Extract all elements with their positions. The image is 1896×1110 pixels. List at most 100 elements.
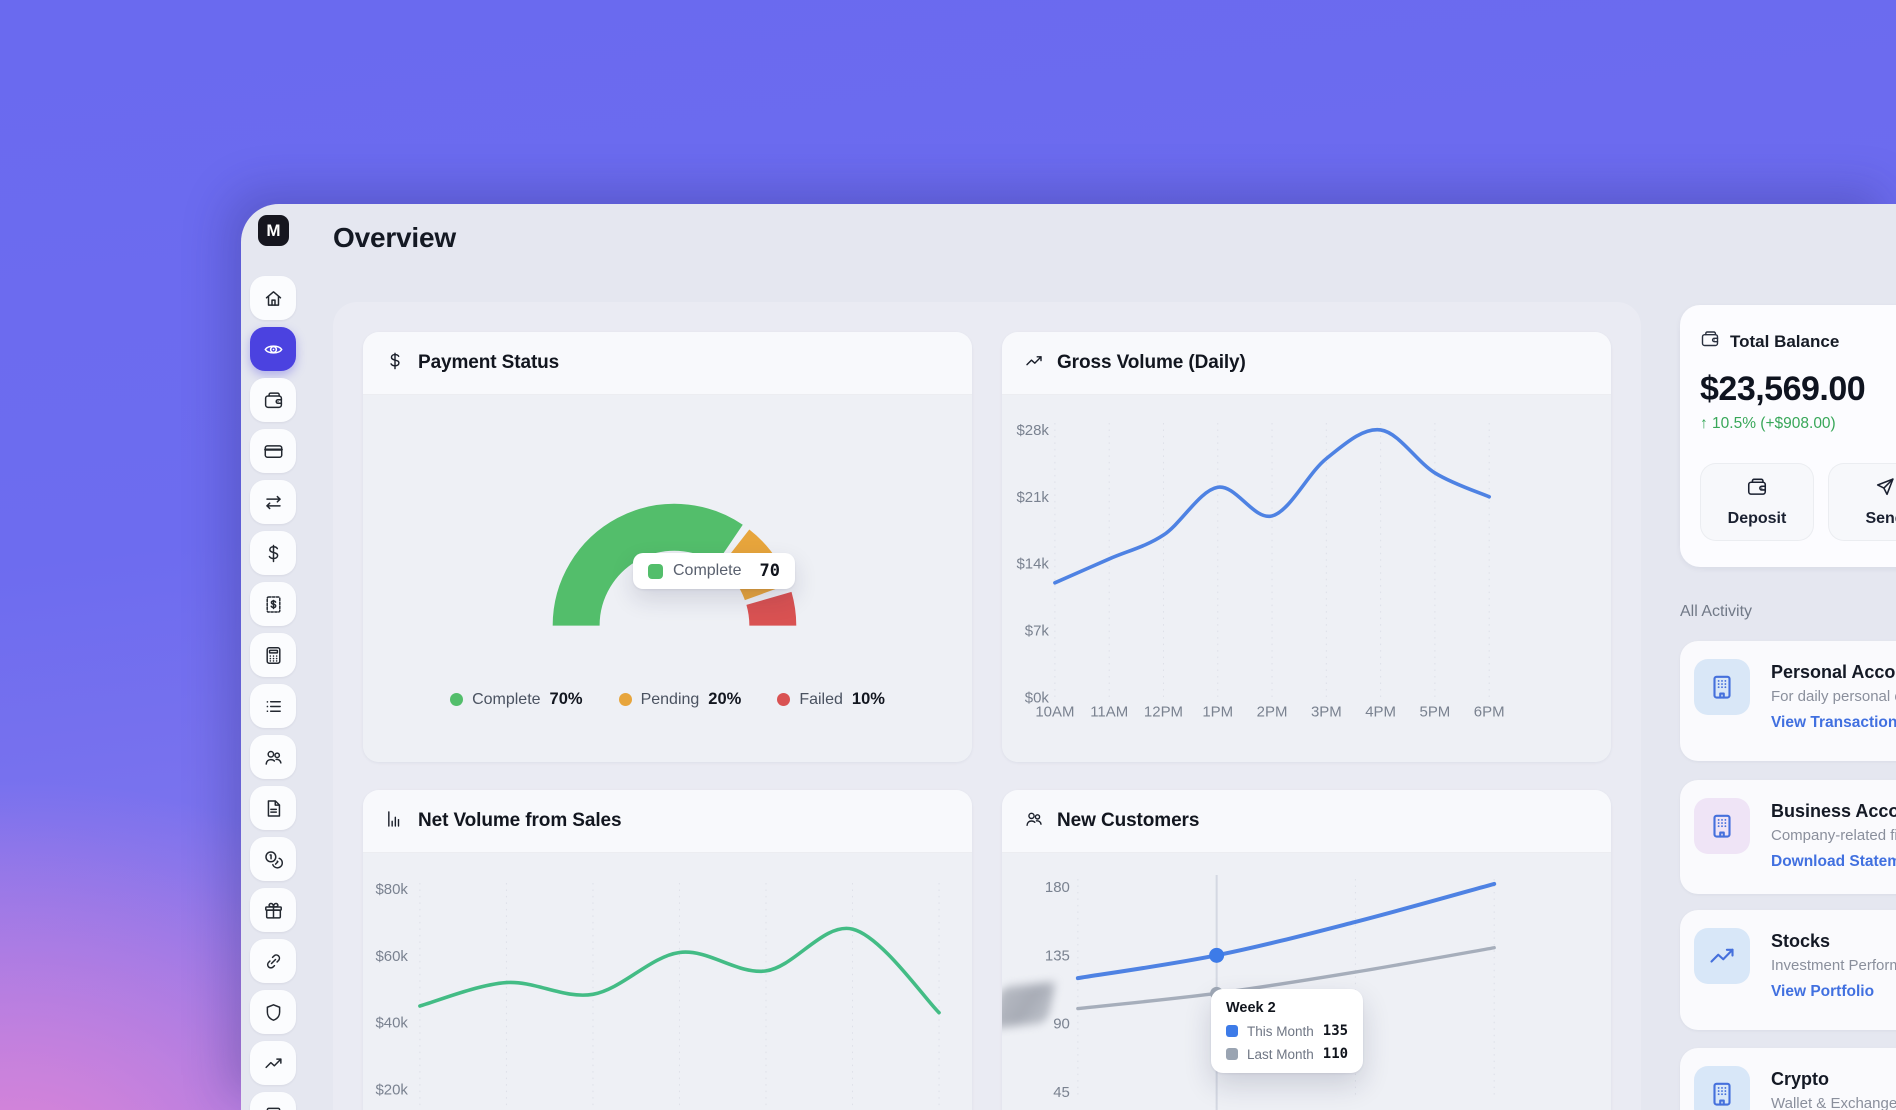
sidebar-item-invoice[interactable] (250, 582, 296, 626)
legend-label: Complete (472, 691, 540, 709)
svg-text:11AM: 11AM (1090, 703, 1128, 720)
activity-title: Crypto (1771, 1069, 1896, 1090)
sidebar (250, 276, 296, 1110)
invoice-icon (263, 594, 284, 615)
svg-text:4PM: 4PM (1365, 703, 1396, 720)
net-volume-title: Net Volume from Sales (418, 810, 621, 832)
page-title: Overview (333, 222, 456, 254)
legend-value: 10% (852, 690, 885, 709)
svg-text:$40k: $40k (375, 1015, 408, 1032)
series-swatch (1226, 1048, 1238, 1060)
activity-text: Business AccountCompany-related finances… (1771, 794, 1896, 871)
svg-text:135: 135 (1045, 947, 1070, 964)
sidebar-item-coins[interactable] (250, 837, 296, 881)
sidebar-item-transfers[interactable] (250, 480, 296, 524)
dashboard-panel: M Overview Payment Status Complete 70 Co… (241, 204, 1896, 1110)
svg-text:$60k: $60k (375, 948, 408, 965)
activity-card-stocks[interactable]: StocksInvestment PerformanceView Portfol… (1680, 910, 1896, 1030)
legend-item-complete: Complete70% (450, 690, 583, 709)
eye-icon (263, 339, 284, 360)
series-label: This Month (1247, 1024, 1314, 1039)
activity-subtitle: Investment Performance (1771, 957, 1896, 974)
building-icon (1694, 1066, 1750, 1110)
svg-text:45: 45 (1053, 1084, 1070, 1101)
calculator-icon (263, 645, 284, 666)
gift-icon (263, 900, 284, 921)
svg-text:$14k: $14k (1016, 556, 1049, 573)
payment-status-title: Payment Status (418, 352, 559, 374)
net-volume-body: $80k$60k$40k$20k (363, 853, 972, 1110)
legend-dot (450, 693, 463, 706)
sidebar-item-document[interactable] (250, 786, 296, 830)
shield-icon (263, 1002, 284, 1023)
gross-volume-chart[interactable]: $28k$21k$14k$7k$0k10AM11AM12PM1PM2PM3PM4… (1002, 395, 1611, 762)
net-volume-header: Net Volume from Sales (363, 790, 972, 853)
series-swatch (1226, 1025, 1238, 1037)
net-volume-chart[interactable]: $80k$60k$40k$20k (363, 853, 972, 1110)
gross-volume-title: Gross Volume (Daily) (1057, 352, 1246, 374)
sidebar-item-link[interactable] (250, 939, 296, 983)
activity-card-business-account[interactable]: Business AccountCompany-related finances… (1680, 780, 1896, 894)
activity-link[interactable]: Download Statements (1771, 853, 1896, 871)
payment-status-body: Complete 70 Complete70% Pending 20% Failed 1… (363, 395, 972, 762)
total-balance-card: Total Balance $23,569.00 ↑ 10.5% (+$908.… (1680, 305, 1896, 567)
list-icon (263, 696, 284, 717)
gauge-tooltip-label: Complete (673, 562, 741, 580)
activity-link[interactable]: View Portfolio (1771, 983, 1896, 1001)
sidebar-item-users[interactable] (250, 735, 296, 779)
legend-dot (619, 693, 632, 706)
payment-status-card: Payment Status Complete 70 Complete70% Pe… (363, 332, 972, 762)
sidebar-item-trend[interactable] (250, 1041, 296, 1085)
sidebar-item-laptop[interactable] (250, 1092, 296, 1110)
activity-link[interactable]: View Transactions (1771, 714, 1896, 732)
sidebar-item-list[interactable] (250, 684, 296, 728)
building-icon (1694, 798, 1750, 854)
sidebar-item-calculator[interactable] (250, 633, 296, 677)
svg-text:12PM: 12PM (1144, 703, 1183, 720)
app-logo[interactable]: M (258, 215, 289, 246)
wallet-icon (1700, 329, 1720, 354)
activity-card-crypto[interactable]: CryptoWallet & Exchange (1680, 1048, 1896, 1110)
balance-actions: DepositSend (1700, 463, 1896, 541)
svg-text:5PM: 5PM (1420, 703, 1451, 720)
net-volume-card: Net Volume from Sales $80k$60k$40k$20k (363, 790, 972, 1110)
sidebar-item-gift[interactable] (250, 888, 296, 932)
sidebar-item-eye[interactable] (250, 327, 296, 371)
gross-volume-header: Gross Volume (Daily) (1002, 332, 1611, 395)
sidebar-item-home[interactable] (250, 276, 296, 320)
activity-subtitle: For daily personal expenses (1771, 688, 1896, 705)
activity-card-personal-account[interactable]: Personal Account For daily personal expen… (1680, 641, 1896, 761)
svg-text:90: 90 (1053, 1016, 1070, 1033)
users-icon (263, 747, 284, 768)
deposit-button[interactable]: Deposit (1700, 463, 1814, 541)
send-icon (1874, 476, 1896, 503)
new-customers-title: New Customers (1057, 810, 1199, 832)
svg-text:$7k: $7k (1025, 623, 1050, 640)
svg-text:180: 180 (1045, 879, 1070, 896)
week-tooltip-title: Week 2 (1226, 1000, 1348, 1016)
building-icon (1694, 659, 1750, 715)
send-button[interactable]: Send (1828, 463, 1896, 541)
sidebar-item-shield[interactable] (250, 990, 296, 1034)
activity-text: Personal Account For daily personal expen… (1771, 655, 1896, 732)
right-panel: Total Balance $23,569.00 ↑ 10.5% (+$908.… (1680, 305, 1896, 1110)
week-tooltip-row: This Month 135 (1226, 1023, 1348, 1039)
sidebar-item-wallet[interactable] (250, 378, 296, 422)
home-icon (263, 288, 284, 309)
activity-title: Personal Account (1771, 662, 1896, 683)
activity-title: Business Account (1771, 801, 1896, 822)
svg-text:$28k: $28k (1016, 422, 1049, 439)
gauge-tooltip: Complete 70 (633, 553, 795, 589)
sidebar-item-dollar[interactable] (250, 531, 296, 575)
legend-label: Pending (641, 691, 700, 709)
sidebar-item-credit-card[interactable] (250, 429, 296, 473)
series-value: 110 (1323, 1046, 1348, 1062)
legend-label: Failed (799, 691, 843, 709)
series-value: 135 (1323, 1023, 1348, 1039)
legend-dot (777, 693, 790, 706)
credit-card-icon (263, 441, 284, 462)
svg-text:$21k: $21k (1016, 489, 1049, 506)
week-tooltip: Week 2 This Month135Last Month110 (1211, 989, 1363, 1073)
legend-value: 20% (708, 690, 741, 709)
dashboard-screen: { "app": { "logo_letter": "M", "title": … (0, 0, 1896, 1110)
